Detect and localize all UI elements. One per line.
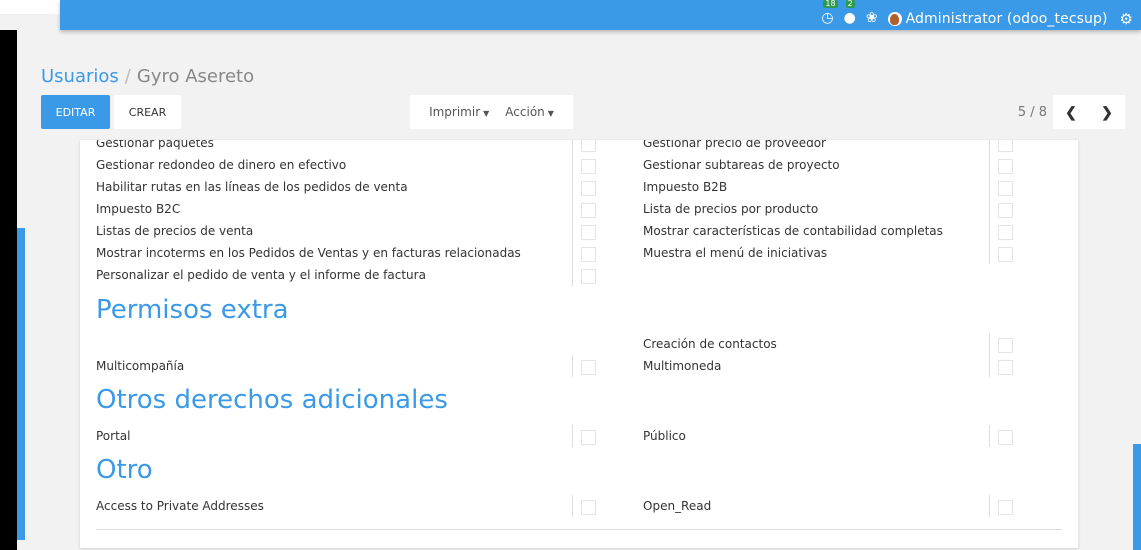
permission-label: Gestionar subtareas de proyecto bbox=[643, 158, 840, 172]
gear-icon[interactable]: ⚙ bbox=[1120, 10, 1133, 28]
permission-label: Open_Read bbox=[643, 499, 712, 513]
breadcrumb-separator: / bbox=[124, 66, 131, 87]
pager-next-button[interactable]: ❯ bbox=[1089, 95, 1125, 129]
breadcrumb-current: Gyro Asereto bbox=[136, 66, 255, 87]
field-separator bbox=[989, 176, 990, 198]
avatar bbox=[887, 12, 902, 26]
permission-row: Gestionar subtareas de proyecto bbox=[80, 154, 1078, 176]
form-sheet: Gestionar paquetes Gestionar redondeo de … bbox=[80, 140, 1078, 548]
permission-label: Gestionar precio de proveedor bbox=[643, 140, 826, 150]
pager-value[interactable]: 5 / 8 bbox=[1018, 105, 1047, 120]
activity-menu[interactable]: 18 ◷ bbox=[821, 0, 838, 26]
field-separator bbox=[989, 220, 990, 242]
permission-checkbox[interactable] bbox=[998, 203, 1013, 218]
permission-label: Creación de contactos bbox=[643, 337, 777, 351]
permission-checkbox[interactable] bbox=[581, 360, 596, 375]
permission-label: Lista de precios por producto bbox=[643, 202, 819, 216]
sidebar-actions: Imprimir ▼ Acción ▼ bbox=[410, 95, 573, 129]
permission-checkbox[interactable] bbox=[998, 159, 1013, 174]
permission-label: Muestra el menú de iniciativas bbox=[643, 246, 828, 260]
permission-row: Gestionar precio de proveedor bbox=[80, 140, 1078, 154]
permission-label: Impuesto B2B bbox=[643, 180, 728, 194]
permission-checkbox[interactable] bbox=[998, 500, 1013, 515]
messages-menu[interactable]: 2 ● bbox=[844, 0, 856, 26]
field-separator bbox=[989, 425, 990, 447]
permission-label: Público bbox=[643, 429, 686, 443]
permission-checkbox[interactable] bbox=[998, 181, 1013, 196]
pager-previous-button[interactable]: ❮ bbox=[1053, 95, 1089, 129]
clock-icon: ◷ bbox=[821, 10, 834, 26]
permission-row: Impuesto B2B bbox=[80, 176, 1078, 198]
permission-checkbox[interactable] bbox=[998, 430, 1013, 445]
field-separator bbox=[989, 140, 990, 154]
field-separator bbox=[989, 495, 990, 517]
permission-label: Mostrar características de contabilidad … bbox=[643, 224, 943, 238]
permission-row: Personalizar el pedido de venta y el inf… bbox=[80, 264, 1078, 286]
bug-icon: ❀ bbox=[865, 10, 878, 26]
left-accent-bar bbox=[17, 228, 25, 540]
section-title-extra: Permisos extra bbox=[96, 295, 289, 325]
permission-row: Muestra el menú de iniciativas bbox=[80, 242, 1078, 264]
chevron-left-icon: ❮ bbox=[1065, 103, 1077, 120]
chevron-right-icon: ❯ bbox=[1101, 103, 1113, 120]
permission-row: Multicompañía bbox=[80, 355, 1078, 377]
action-dropdown[interactable]: Acción ▼ bbox=[505, 105, 554, 119]
field-separator bbox=[989, 333, 990, 355]
permission-row: Lista de precios por producto bbox=[80, 198, 1078, 220]
caret-down-icon: ▼ bbox=[547, 109, 554, 118]
breadcrumb-parent[interactable]: Usuarios bbox=[41, 66, 119, 87]
navbar-systray: 18 ◷ 2 ● ❀ Administrator (odoo_tecsup) ⚙ bbox=[811, 0, 1133, 30]
top-navbar: 18 ◷ 2 ● ❀ Administrator (odoo_tecsup) ⚙ bbox=[60, 0, 1141, 30]
permission-label: Personalizar el pedido de venta y el inf… bbox=[96, 268, 426, 282]
breadcrumb: Usuarios / Gyro Asereto bbox=[41, 66, 254, 87]
permission-row: Open_Read bbox=[80, 495, 1078, 517]
chat-icon: ● bbox=[843, 10, 856, 26]
left-background-strip bbox=[0, 30, 17, 550]
permission-checkbox[interactable] bbox=[998, 247, 1013, 262]
create-button[interactable]: CREAR bbox=[114, 95, 181, 129]
field-separator bbox=[989, 242, 990, 264]
activity-badge: 18 bbox=[823, 0, 838, 8]
print-dropdown[interactable]: Imprimir ▼ bbox=[429, 105, 489, 119]
permission-label: Multicompañía bbox=[96, 359, 185, 373]
debug-menu[interactable]: ❀ bbox=[866, 0, 878, 26]
corner-background bbox=[0, 0, 60, 14]
permission-row: Mostrar características de contabilidad … bbox=[80, 220, 1078, 242]
permission-checkbox[interactable] bbox=[581, 269, 596, 284]
section-title-other: Otro bbox=[96, 455, 153, 485]
permission-checkbox[interactable] bbox=[998, 140, 1013, 152]
user-menu[interactable]: Administrator (odoo_tecsup) ⚙ bbox=[887, 0, 1133, 28]
section-title-additional: Otros derechos adicionales bbox=[96, 385, 448, 415]
caret-down-icon: ▼ bbox=[483, 109, 490, 118]
right-accent-bar bbox=[1133, 444, 1141, 550]
action-label: Acción bbox=[505, 105, 545, 119]
user-name: Administrator (odoo_tecsup) bbox=[905, 11, 1108, 27]
permission-checkbox[interactable] bbox=[998, 225, 1013, 240]
field-separator bbox=[572, 355, 573, 377]
pager: 5 / 8 ❮ ❯ bbox=[1018, 95, 1125, 129]
divider bbox=[96, 529, 1062, 530]
permission-row: Creación de contactos bbox=[80, 333, 1078, 355]
field-separator bbox=[989, 198, 990, 220]
permission-checkbox[interactable] bbox=[998, 338, 1013, 353]
print-label: Imprimir bbox=[429, 105, 481, 119]
field-separator bbox=[989, 154, 990, 176]
messages-badge: 2 bbox=[845, 0, 855, 8]
edit-button[interactable]: EDITAR bbox=[41, 95, 110, 129]
field-separator bbox=[572, 264, 573, 286]
permission-row: Público bbox=[80, 425, 1078, 447]
